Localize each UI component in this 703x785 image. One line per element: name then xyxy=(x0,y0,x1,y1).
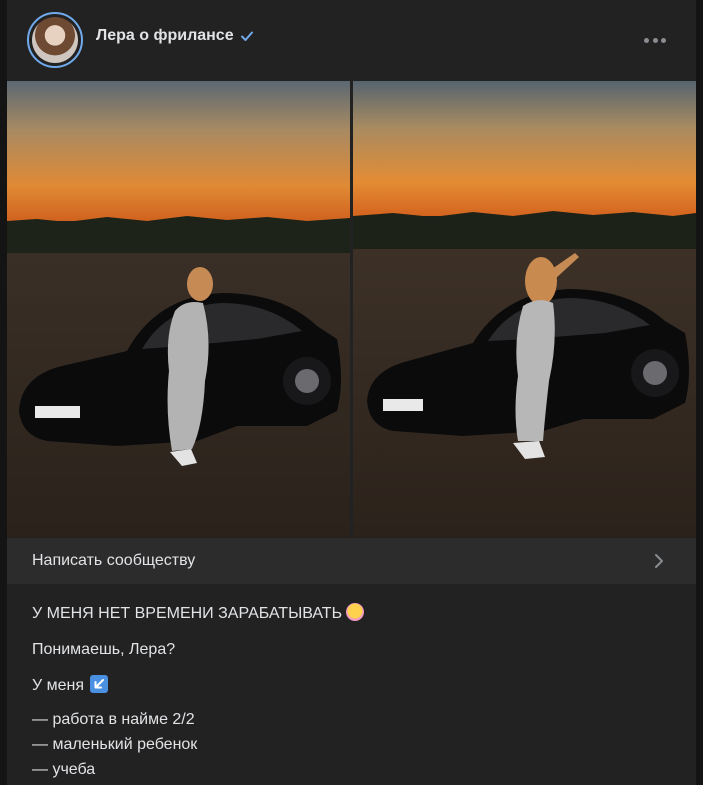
post-text-line-3: У меня xyxy=(32,675,109,696)
photo-gallery xyxy=(7,81,696,537)
chevron-right-icon xyxy=(655,554,663,568)
arrow-down-left-icon xyxy=(90,675,109,693)
post-text-line-2: Понимаешь, Лера? xyxy=(32,641,176,658)
more-dot xyxy=(661,37,666,43)
avatar-image xyxy=(32,17,78,63)
more-dot xyxy=(644,37,649,43)
post-headline: У МЕНЯ НЕТ ВРЕМЕНИ ЗАРАБАТЫВАТЬ xyxy=(32,605,343,622)
community-avatar[interactable] xyxy=(27,12,83,68)
post-card: Лера о фрилансе Написать сообществу У МЕ… xyxy=(7,0,696,785)
list-item: — работа в найме 2/2 xyxy=(32,711,195,728)
photo-1[interactable] xyxy=(7,81,350,537)
more-options-icon[interactable] xyxy=(644,30,666,50)
post-text-line-1: У МЕНЯ НЕТ ВРЕМЕНИ ЗАРАБАТЫВАТЬ xyxy=(32,603,365,624)
list-item: — учеба xyxy=(32,761,96,778)
shrug-emoji-icon xyxy=(346,603,365,621)
community-title-wrap: Лера о фрилансе xyxy=(96,27,254,45)
more-dot xyxy=(652,37,658,43)
community-name[interactable]: Лера о фрилансе xyxy=(96,27,234,45)
write-to-community-label: Написать сообществу xyxy=(32,552,196,569)
verified-checkmark-icon xyxy=(240,31,253,41)
post-text-u-menya: У меня xyxy=(32,677,85,694)
photo-2[interactable] xyxy=(353,81,696,537)
write-to-community-button[interactable]: Написать сообществу xyxy=(7,538,696,584)
list-item: — маленький ребенок xyxy=(32,736,198,753)
post-header: Лера о фрилансе xyxy=(7,0,696,80)
